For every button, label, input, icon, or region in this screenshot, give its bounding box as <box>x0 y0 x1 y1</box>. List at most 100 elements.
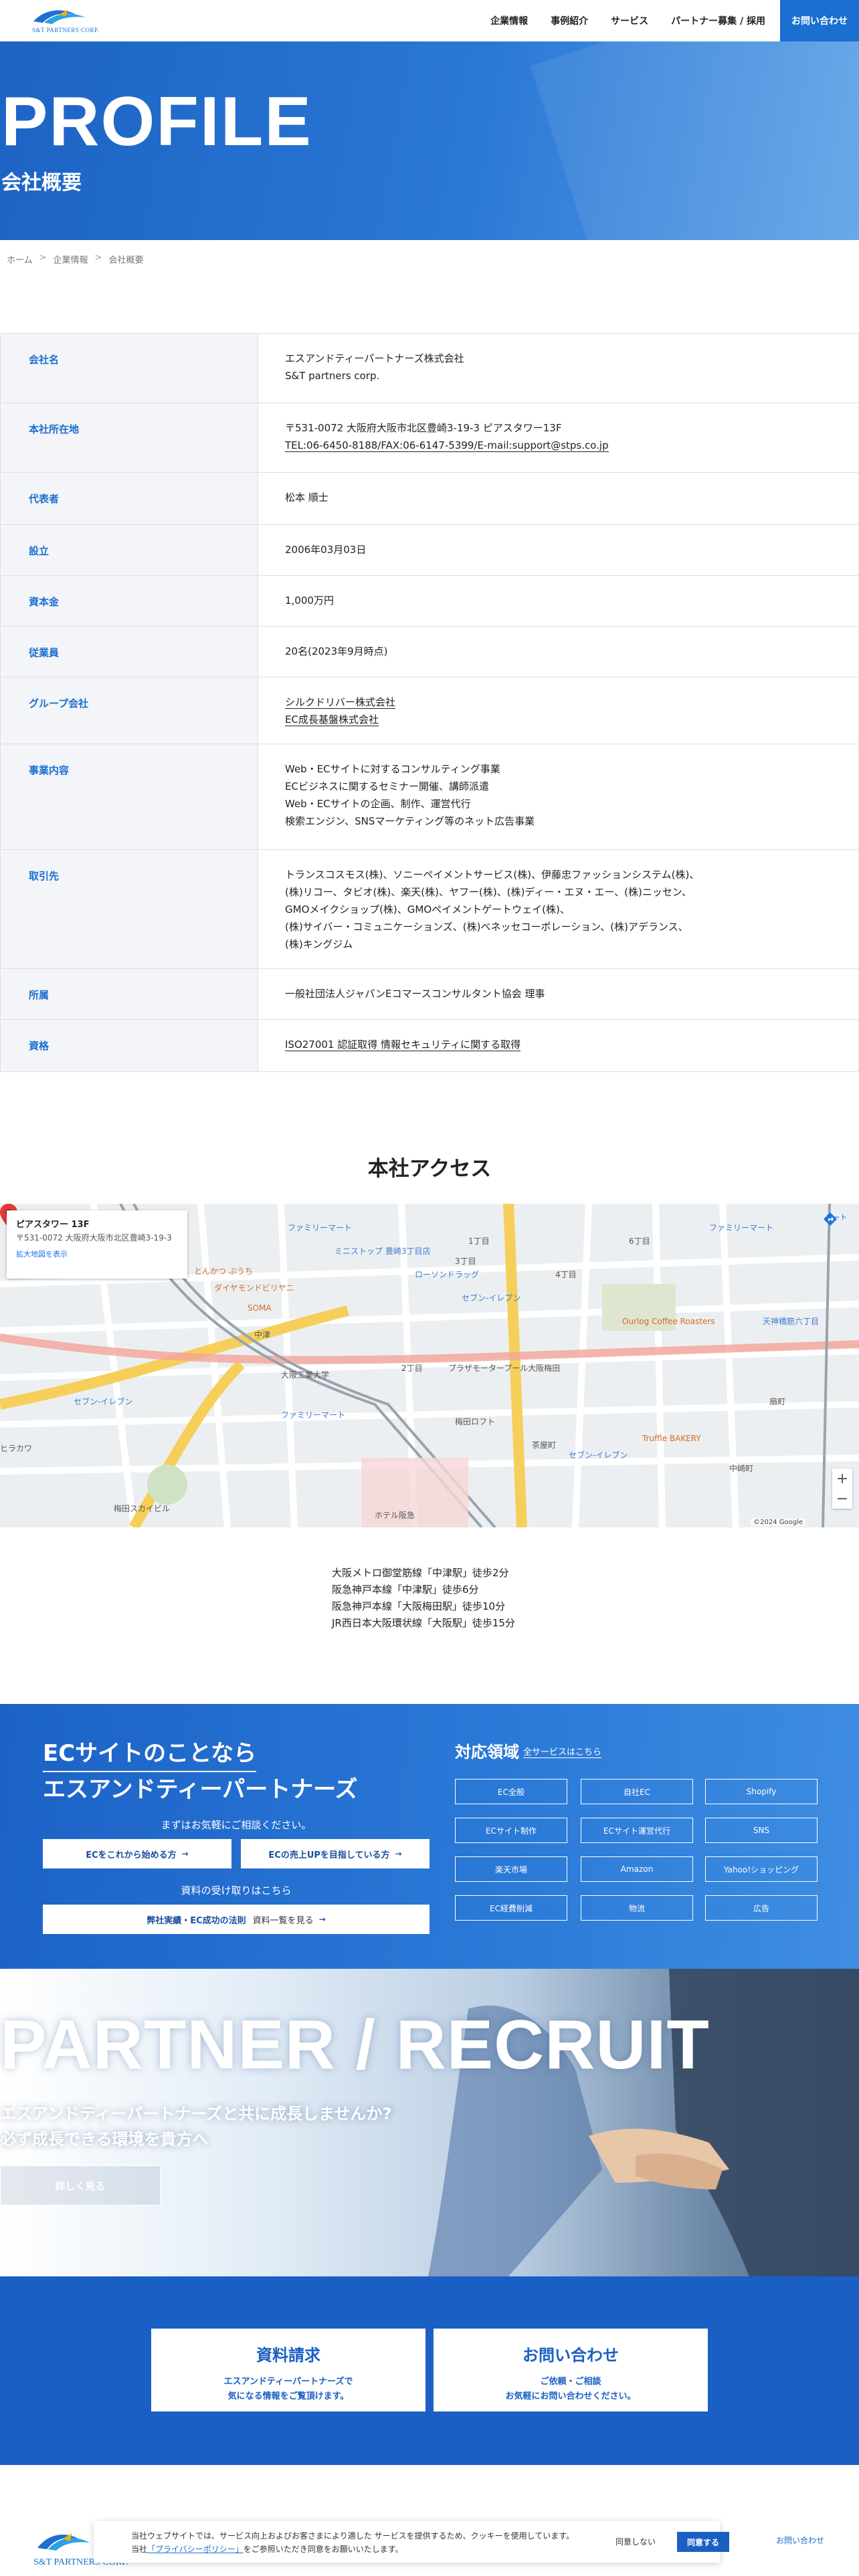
row-value: 1,000万円 <box>258 576 859 626</box>
service-tag[interactable]: EC経費削減 <box>455 1895 567 1921</box>
zoom-out-button[interactable]: − <box>832 1489 852 1509</box>
svg-text:プラザモータープール大阪梅田: プラザモータープール大阪梅田 <box>448 1363 560 1373</box>
cookie-text-post: をご参照いただき同意をお願いいたします。 <box>243 2545 403 2554</box>
row-value: エスアンドティーパートナーズ株式会社 S&T partners corp. <box>258 334 859 403</box>
svg-text:1丁目: 1丁目 <box>468 1237 490 1246</box>
value-line: GMOメイクショップ(株)、GMOペイメントゲートウェイ(株)、 <box>285 903 570 916</box>
map-enlarge-link[interactable]: 拡大地図を表示 <box>16 1249 178 1259</box>
access-title: 本社アクセス <box>367 1157 492 1181</box>
ec-sales-label: ECの売上UPを目指している方 <box>268 1850 390 1860</box>
service-tag[interactable]: SNS <box>705 1818 818 1843</box>
row-value: ISO27001 認証取得 情報セキュリティに関する取得 <box>258 1020 859 1071</box>
row-key: 従業員 <box>0 627 258 677</box>
svg-text:中崎町: 中崎町 <box>729 1463 753 1473</box>
cta-card-desc: ご依頼・ご相談 お気軽にお問い合わせください。 <box>434 2375 708 2404</box>
breadcrumb-company[interactable]: 企業情報 <box>54 253 88 265</box>
cookie-decline-button[interactable]: 同意しない <box>615 2536 656 2547</box>
footer-contact-link[interactable]: お問い合わせ <box>776 2535 824 2546</box>
contact-card[interactable]: お問い合わせ ご依頼・ご相談 お気軽にお問い合わせください。 <box>434 2329 708 2411</box>
recruit-detail-button[interactable]: 詳しく見る <box>0 2165 161 2206</box>
ec-title-line1: ECサイトのことなら <box>43 1736 257 1772</box>
svg-text:茶屋町: 茶屋町 <box>532 1440 556 1450</box>
group-link-silkdriver[interactable]: シルクドリバー株式会社 <box>285 696 396 709</box>
table-row: 所属 一般社団法人ジャパンEコマースコンサルタント協会 理事 <box>0 969 859 1020</box>
breadcrumb-current: 会社概要 <box>108 255 144 265</box>
iso-link[interactable]: ISO27001 認証取得 情報セキュリティに関する取得 <box>285 1039 521 1051</box>
route-list: 大阪メトロ御堂筋線「中津駅」徒歩2分 阪急神戸本線「中津駅」徒歩6分 阪急神戸本… <box>332 1565 515 1632</box>
value-line: トランスコスモス(株)、ソニーペイメントサービス(株)、伊藤忠ファッションシステ… <box>285 869 700 881</box>
recruit-title: PARTNER / RECRUIT <box>0 2006 710 2084</box>
value-line: S&T partners corp. <box>285 370 380 382</box>
row-value: 2006年03月03日 <box>258 525 859 575</box>
value-line: 2006年03月03日 <box>285 544 367 556</box>
map-directions-button[interactable]: ルート <box>823 1212 850 1226</box>
svg-text:中津: 中津 <box>254 1329 270 1339</box>
zoom-in-button[interactable]: + <box>832 1469 852 1489</box>
service-tag[interactable]: Yahoo!ショッピング <box>705 1856 818 1882</box>
row-key: 本社所在地 <box>0 403 258 472</box>
service-tag[interactable]: ECサイト制作 <box>455 1818 567 1843</box>
profile-table: 会社名 エスアンドティーパートナーズ株式会社 S&T partners corp… <box>0 333 859 1072</box>
service-tag[interactable]: 自社EC <box>581 1779 693 1804</box>
nav-company[interactable]: 企業情報 <box>490 14 528 27</box>
service-tag[interactable]: 物流 <box>581 1895 693 1921</box>
route-item: 阪急神戸本線「中津駅」徒歩6分 <box>332 1584 479 1596</box>
google-map[interactable]: とんかつ ぷうち ダイヤモンドビリヤニ SOMA Ourlog Coffee R… <box>0 1204 859 1527</box>
header-contact-button[interactable]: お問い合わせ <box>780 0 859 41</box>
contact-link[interactable]: TEL:06-6450-8188/FAX:06-6147-5399/E-mail… <box>285 439 609 452</box>
nav-partner-recruit[interactable]: パートナー募集 / 採用 <box>671 14 765 27</box>
table-row: 事業内容 Web・ECサイトに対するコンサルティング事業 ECビジネスに関するセ… <box>0 744 859 850</box>
row-key: 資本金 <box>0 576 258 626</box>
service-tag[interactable]: 楽天市場 <box>455 1856 567 1882</box>
ec-section: ECサイトのことなら エスアンドティーパートナーズ まずはお気軽にご相談ください… <box>0 1704 859 1969</box>
svg-text:ローソンドラッグ: ローソンドラッグ <box>415 1270 479 1279</box>
ec-start-button[interactable]: ECをこれから始める方 → <box>43 1839 231 1868</box>
svg-text:Truffle BAKERY: Truffle BAKERY <box>642 1434 701 1443</box>
cookie-agree-button[interactable]: 同意する <box>677 2532 729 2552</box>
svg-text:ミニストップ 豊崎3丁目店: ミニストップ 豊崎3丁目店 <box>335 1247 430 1256</box>
service-tag[interactable]: EC全般 <box>455 1779 567 1804</box>
row-key: 事業内容 <box>0 744 258 849</box>
service-tag[interactable]: ECサイト運営代行 <box>581 1818 693 1843</box>
cookie-text-line1: 当社ウェブサイトでは、サービス向上およびお客さまにより適した サービスを提供する… <box>131 2531 575 2541</box>
row-value: 20名(2023年9月時点) <box>258 627 859 677</box>
nav-services[interactable]: サービス <box>611 14 648 27</box>
svg-text:大阪工業大学: 大阪工業大学 <box>281 1370 329 1380</box>
service-tag[interactable]: Amazon <box>581 1856 693 1882</box>
row-value: 一般社団法人ジャパンEコマースコンサルタント協会 理事 <box>258 969 859 1019</box>
svg-text:ホテル阪急: ホテル阪急 <box>375 1510 415 1520</box>
all-services-link[interactable]: 全サービスはこちら <box>523 1745 602 1758</box>
ec-sales-button[interactable]: ECの売上UPを目指している方 → <box>241 1839 430 1868</box>
cta-section: 資料請求 エスアンドティーパートナーズで 気になる情報をご覧頂けます。 お問い合… <box>0 2276 859 2465</box>
route-item: JR西日本大阪環状線「大阪駅」徒歩15分 <box>332 1617 515 1629</box>
map-zoom-control: + − <box>832 1469 852 1509</box>
nav-cases[interactable]: 事例紹介 <box>551 14 588 27</box>
service-area-title: 対応領域 <box>455 1743 519 1761</box>
cta-card-desc: エスアンドティーパートナーズで 気になる情報をご覧頂けます。 <box>151 2375 425 2404</box>
table-row: グループ会社 シルクドリバー株式会社 EC成長基盤株式会社 <box>0 677 859 744</box>
service-tag[interactable]: Shopify <box>705 1779 818 1804</box>
arrow-right-icon: → <box>318 1915 326 1924</box>
value-line: 1,000万円 <box>285 595 334 607</box>
ec-docs-button[interactable]: 弊社実績・EC成功の法則 資料一覧を見る → <box>43 1905 430 1934</box>
document-request-card[interactable]: 資料請求 エスアンドティーパートナーズで 気になる情報をご覧頂けます。 <box>151 2329 425 2411</box>
cookie-text-pre: 当社 <box>131 2545 148 2554</box>
breadcrumb-home[interactable]: ホーム <box>7 253 33 265</box>
logo-link[interactable]: S&T PARTNERS CORP. <box>29 5 103 36</box>
table-row: 本社所在地 〒531-0072 大阪府大阪市北区豊崎3-19-3 ピアスタワー1… <box>0 403 859 473</box>
privacy-policy-link[interactable]: 「プライバシーポリシー」 <box>147 2545 244 2554</box>
svg-text:梅田ロフト: 梅田ロフト <box>455 1416 495 1426</box>
row-key: 代表者 <box>0 473 258 524</box>
group-link-ec-seicho[interactable]: EC成長基盤株式会社 <box>285 714 379 726</box>
cta-card-desc-line: 気になる情報をご覧頂けます。 <box>227 2391 349 2401</box>
svg-text:ファミリーマート: ファミリーマート <box>288 1223 352 1232</box>
table-row: 従業員 20名(2023年9月時点) <box>0 627 859 677</box>
value-line: (株)サイバー・コミュニケーションズ、(株)ベネッセコーポレーション、(株)アデ… <box>285 921 688 933</box>
table-row: 代表者 松本 順士 <box>0 473 859 525</box>
service-tag[interactable]: 広告 <box>705 1895 818 1921</box>
logo-mark-icon <box>33 9 86 24</box>
cookie-banner: 当社ウェブサイトでは、サービス向上およびお客さまにより適した サービスを提供する… <box>94 2521 729 2563</box>
table-row: 資本金 1,000万円 <box>0 576 859 627</box>
row-key: グループ会社 <box>0 677 258 744</box>
row-value: Web・ECサイトに対するコンサルティング事業 ECビジネスに関するセミナー開催… <box>258 744 859 849</box>
